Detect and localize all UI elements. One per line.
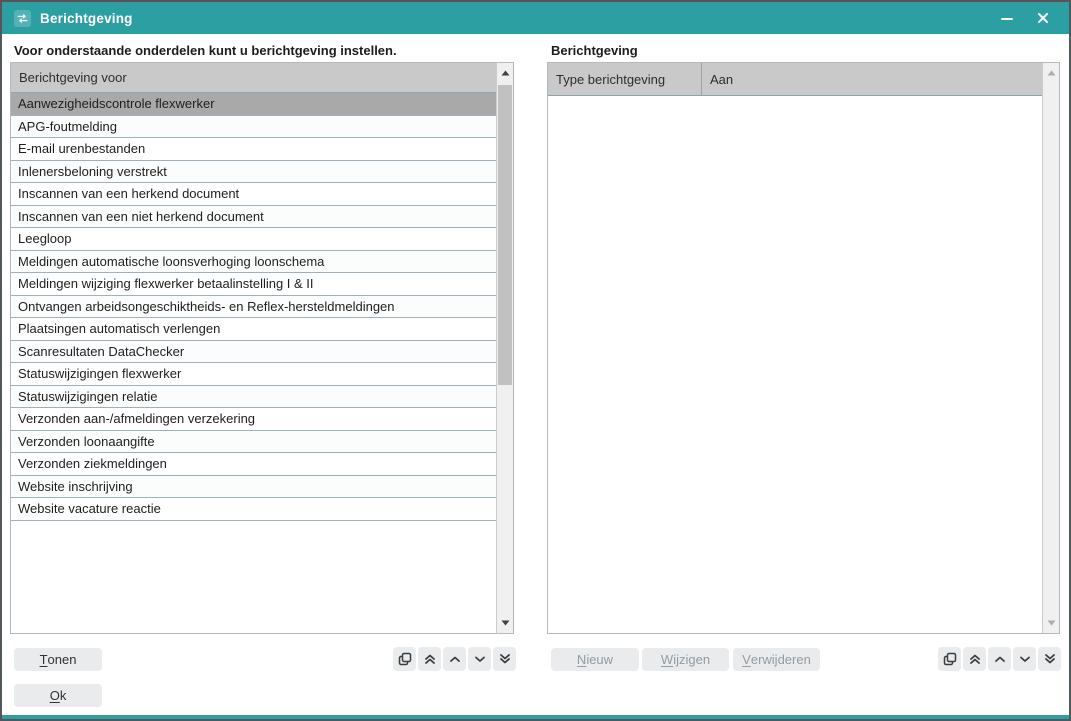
list-item[interactable]: Verzonden aan-/afmeldingen verzekering bbox=[11, 408, 496, 431]
left-icon-cluster bbox=[393, 647, 516, 671]
list-item[interactable]: Meldingen automatische loonsverhoging lo… bbox=[11, 251, 496, 274]
column-header-type: Type berichtgeving bbox=[548, 63, 702, 95]
table-scrollbar[interactable] bbox=[1042, 63, 1059, 633]
chevron-up-icon[interactable] bbox=[443, 647, 466, 671]
chevron-down-icon[interactable] bbox=[468, 647, 491, 671]
double-chevron-up-icon[interactable] bbox=[963, 647, 986, 671]
list-item[interactable]: Inscannen van een niet herkend document bbox=[11, 206, 496, 229]
scroll-down-icon[interactable] bbox=[497, 613, 513, 633]
double-chevron-down-icon[interactable] bbox=[1038, 647, 1061, 671]
bottom-accent-strip bbox=[2, 715, 1069, 719]
list-item[interactable]: Website inschrijving bbox=[11, 476, 496, 499]
list-item[interactable]: Scanresultaten DataChecker bbox=[11, 341, 496, 364]
window-title: Berichtgeving bbox=[40, 11, 133, 26]
verwijderen-button[interactable]: Verwijderen bbox=[733, 648, 820, 671]
list-item[interactable]: Website vacature reactie bbox=[11, 498, 496, 521]
list-item[interactable]: Statuswijzigingen flexwerker bbox=[11, 363, 496, 386]
list-item[interactable]: Inlenersbeloning verstrekt bbox=[11, 161, 496, 184]
right-icon-cluster bbox=[938, 647, 1061, 671]
double-chevron-up-icon[interactable] bbox=[418, 647, 441, 671]
copy-icon[interactable] bbox=[393, 647, 416, 671]
scrollbar-thumb[interactable] bbox=[498, 85, 512, 385]
scroll-up-icon[interactable] bbox=[1043, 63, 1059, 83]
column-header-aan: Aan bbox=[702, 63, 1042, 95]
list-item[interactable]: APG-foutmelding bbox=[11, 116, 496, 139]
wijzigen-button[interactable]: Wijzigen bbox=[642, 648, 729, 671]
list-item[interactable]: Verzonden ziekmeldingen bbox=[11, 453, 496, 476]
notification-list: Berichtgeving voor Aanwezigheidscontrole… bbox=[10, 62, 514, 634]
berichtgeving-table: Type berichtgeving Aan bbox=[547, 62, 1060, 634]
list-column-header: Berichtgeving voor bbox=[11, 63, 496, 93]
list-item[interactable]: Meldingen wijziging flexwerker betaalins… bbox=[11, 273, 496, 296]
nieuw-button[interactable]: Nieuw bbox=[551, 648, 639, 671]
left-list-scrollbar[interactable] bbox=[496, 63, 513, 633]
scroll-down-icon[interactable] bbox=[1043, 613, 1059, 633]
chevron-down-icon[interactable] bbox=[1013, 647, 1036, 671]
chevron-up-icon[interactable] bbox=[988, 647, 1011, 671]
list-item[interactable]: Verzonden loonaangifte bbox=[11, 431, 496, 454]
left-panel-heading: Voor onderstaande onderdelen kunt u beri… bbox=[14, 43, 397, 58]
notification-list-rows: Aanwezigheidscontrole flexwerkerAPG-fout… bbox=[11, 93, 496, 521]
list-item[interactable]: Ontvangen arbeidsongeschiktheids- en Ref… bbox=[11, 296, 496, 319]
list-item[interactable]: Plaatsingen automatisch verlengen bbox=[11, 318, 496, 341]
list-item[interactable]: Statuswijzigingen relatie bbox=[11, 386, 496, 409]
copy-icon[interactable] bbox=[938, 647, 961, 671]
window-icon bbox=[14, 10, 31, 27]
titlebar: Berichtgeving bbox=[2, 2, 1069, 34]
table-header-row: Type berichtgeving Aan bbox=[548, 63, 1042, 96]
list-item[interactable]: Leegloop bbox=[11, 228, 496, 251]
list-item[interactable]: Aanwezigheidscontrole flexwerker bbox=[11, 93, 496, 116]
right-panel-heading: Berichtgeving bbox=[551, 43, 638, 58]
tonen-button[interactable]: Tonen bbox=[14, 648, 102, 671]
scroll-up-icon[interactable] bbox=[497, 63, 513, 83]
list-item[interactable]: Inscannen van een herkend document bbox=[11, 183, 496, 206]
list-item[interactable]: E-mail urenbestanden bbox=[11, 138, 496, 161]
close-icon[interactable] bbox=[1029, 5, 1057, 31]
double-chevron-down-icon[interactable] bbox=[493, 647, 516, 671]
minimize-icon[interactable] bbox=[993, 5, 1021, 31]
berichtgeving-window: Berichtgeving Voor onderstaande onderdel… bbox=[0, 0, 1071, 721]
ok-button[interactable]: Ok bbox=[14, 684, 102, 707]
